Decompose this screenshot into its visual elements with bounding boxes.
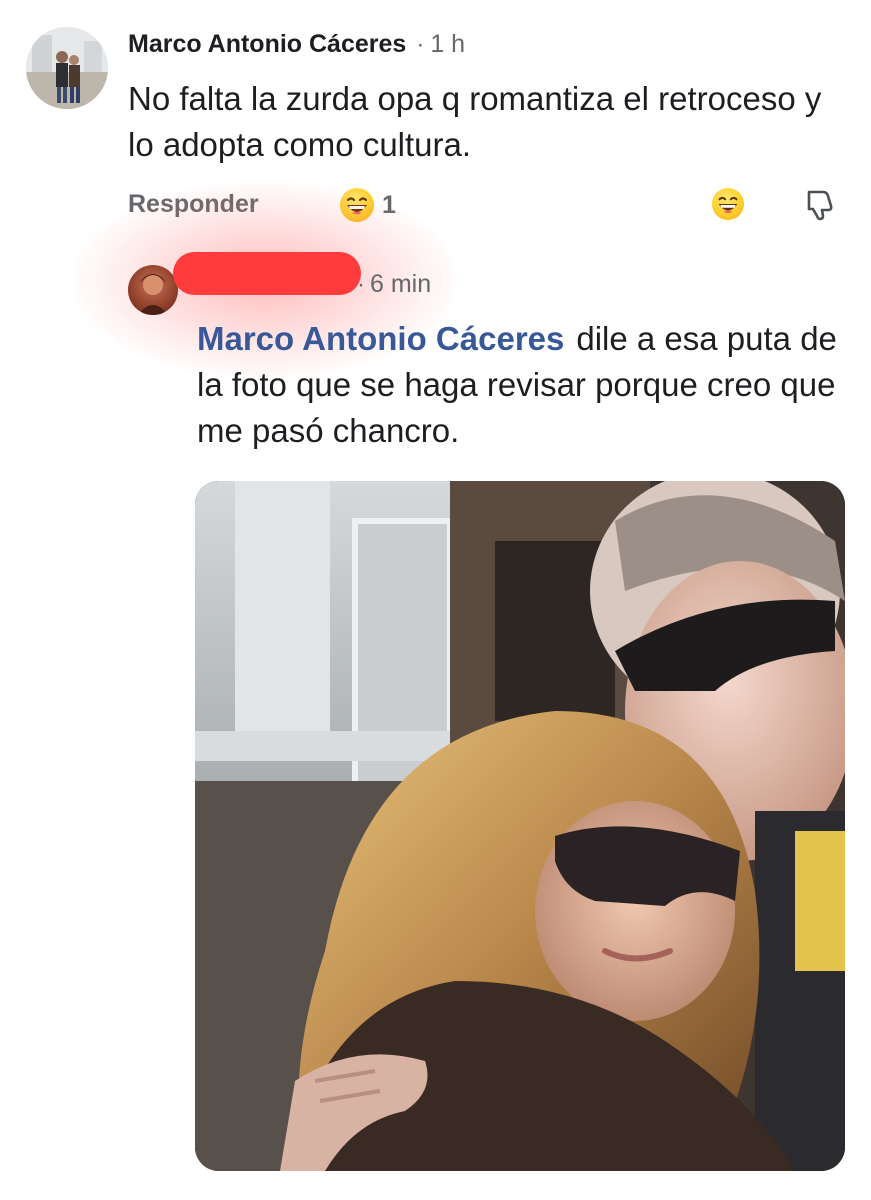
separator-dot: · xyxy=(357,271,365,298)
photo-attachment[interactable] xyxy=(195,481,845,1171)
reply-body: Marco Antonio Cáceres dile a esa puta de … xyxy=(197,316,857,454)
reply-avatar[interactable] xyxy=(128,265,178,315)
react-laugh-button[interactable] xyxy=(712,188,744,220)
reaction-summary[interactable]: 1 xyxy=(340,188,396,222)
mention-link[interactable]: Marco Antonio Cáceres xyxy=(197,320,564,357)
comment-text: No falta la zurda opa q romantiza el ret… xyxy=(128,80,822,163)
comment-actions: Responder 1 xyxy=(128,188,848,224)
avatar[interactable] xyxy=(26,27,108,109)
separator-dot: · xyxy=(416,31,425,58)
laughing-emoji-icon xyxy=(340,188,374,222)
comment-timestamp[interactable]: 1 h xyxy=(430,30,465,59)
reply-button[interactable]: Responder xyxy=(128,190,259,219)
reaction-count: 1 xyxy=(382,190,396,219)
comment-header: Marco Antonio Cáceres · 1 h xyxy=(128,30,465,59)
author-name[interactable]: Marco Antonio Cáceres xyxy=(128,30,406,59)
redacted-author-name xyxy=(173,252,361,295)
reply-timestamp[interactable]: 6 min xyxy=(370,270,431,299)
reply-meta: · 6 min xyxy=(357,270,431,299)
thumbs-down-icon[interactable] xyxy=(803,188,835,227)
